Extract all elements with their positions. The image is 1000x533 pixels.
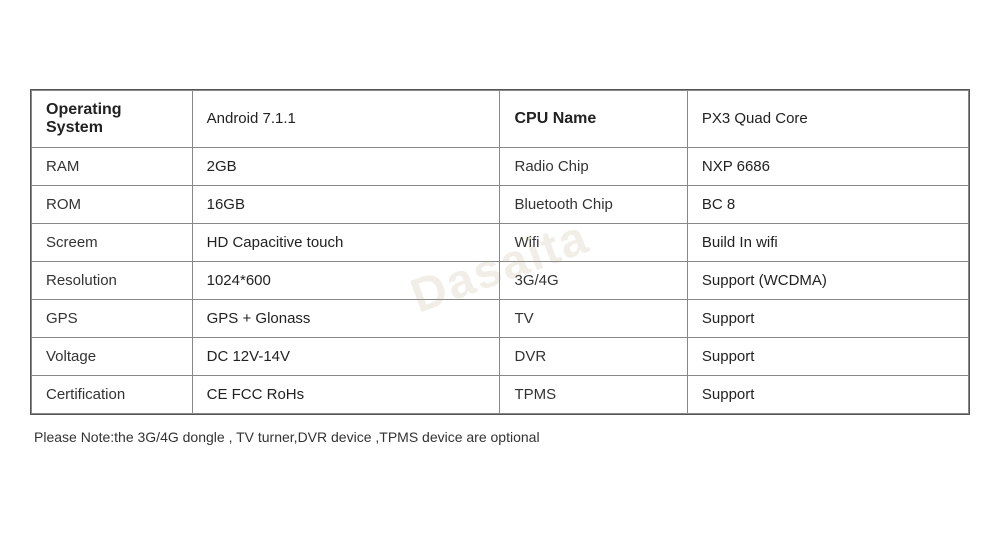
right-label-1: Bluetooth Chip — [500, 185, 687, 223]
left-label-2: Screem — [32, 223, 193, 261]
right-label-0: Radio Chip — [500, 147, 687, 185]
right-label-2: Wifi — [500, 223, 687, 261]
left-label-3: Resolution — [32, 261, 193, 299]
left-label-0: RAM — [32, 147, 193, 185]
left-label-1: ROM — [32, 185, 193, 223]
left-value-6: CE FCC RoHs — [192, 375, 500, 413]
os-label: Operating System — [46, 101, 122, 136]
os-value-cell: Android 7.1.1 — [192, 90, 500, 147]
table-row: Resolution 1024*600 3G/4G Support (WCDMA… — [32, 261, 969, 299]
os-label-cell: Operating System — [32, 90, 193, 147]
left-label-5: Voltage — [32, 337, 193, 375]
right-label-5: DVR — [500, 337, 687, 375]
spec-table-wrapper: Operating System Android 7.1.1 CPU Name … — [30, 89, 970, 415]
right-label-6: TPMS — [500, 375, 687, 413]
right-value-3: Support (WCDMA) — [687, 261, 968, 299]
left-value-5: DC 12V-14V — [192, 337, 500, 375]
right-value-4: Support — [687, 299, 968, 337]
table-row: RAM 2GB Radio Chip NXP 6686 — [32, 147, 969, 185]
right-label-3: 3G/4G — [500, 261, 687, 299]
right-label-4: TV — [500, 299, 687, 337]
cpu-label: CPU Name — [514, 110, 596, 127]
left-value-1: 16GB — [192, 185, 500, 223]
left-value-2: HD Capacitive touch — [192, 223, 500, 261]
right-value-1: BC 8 — [687, 185, 968, 223]
right-value-6: Support — [687, 375, 968, 413]
spec-table: Operating System Android 7.1.1 CPU Name … — [31, 90, 969, 414]
table-row: Voltage DC 12V-14V DVR Support — [32, 337, 969, 375]
cpu-label-cell: CPU Name — [500, 90, 687, 147]
table-row: Screem HD Capacitive touch Wifi Build In… — [32, 223, 969, 261]
right-value-0: NXP 6686 — [687, 147, 968, 185]
left-label-4: GPS — [32, 299, 193, 337]
table-row: GPS GPS + Glonass TV Support — [32, 299, 969, 337]
note-text: Please Note:the 3G/4G dongle , TV turner… — [30, 429, 970, 445]
table-row: ROM 16GB Bluetooth Chip BC 8 — [32, 185, 969, 223]
left-value-4: GPS + Glonass — [192, 299, 500, 337]
right-value-5: Support — [687, 337, 968, 375]
left-value-0: 2GB — [192, 147, 500, 185]
cpu-value-cell: PX3 Quad Core — [687, 90, 968, 147]
right-value-2: Build In wifi — [687, 223, 968, 261]
os-value: Android 7.1.1 — [207, 110, 296, 127]
table-row: Certification CE FCC RoHs TPMS Support — [32, 375, 969, 413]
cpu-value: PX3 Quad Core — [702, 110, 808, 127]
left-label-6: Certification — [32, 375, 193, 413]
left-value-3: 1024*600 — [192, 261, 500, 299]
header-row: Operating System Android 7.1.1 CPU Name … — [32, 90, 969, 147]
